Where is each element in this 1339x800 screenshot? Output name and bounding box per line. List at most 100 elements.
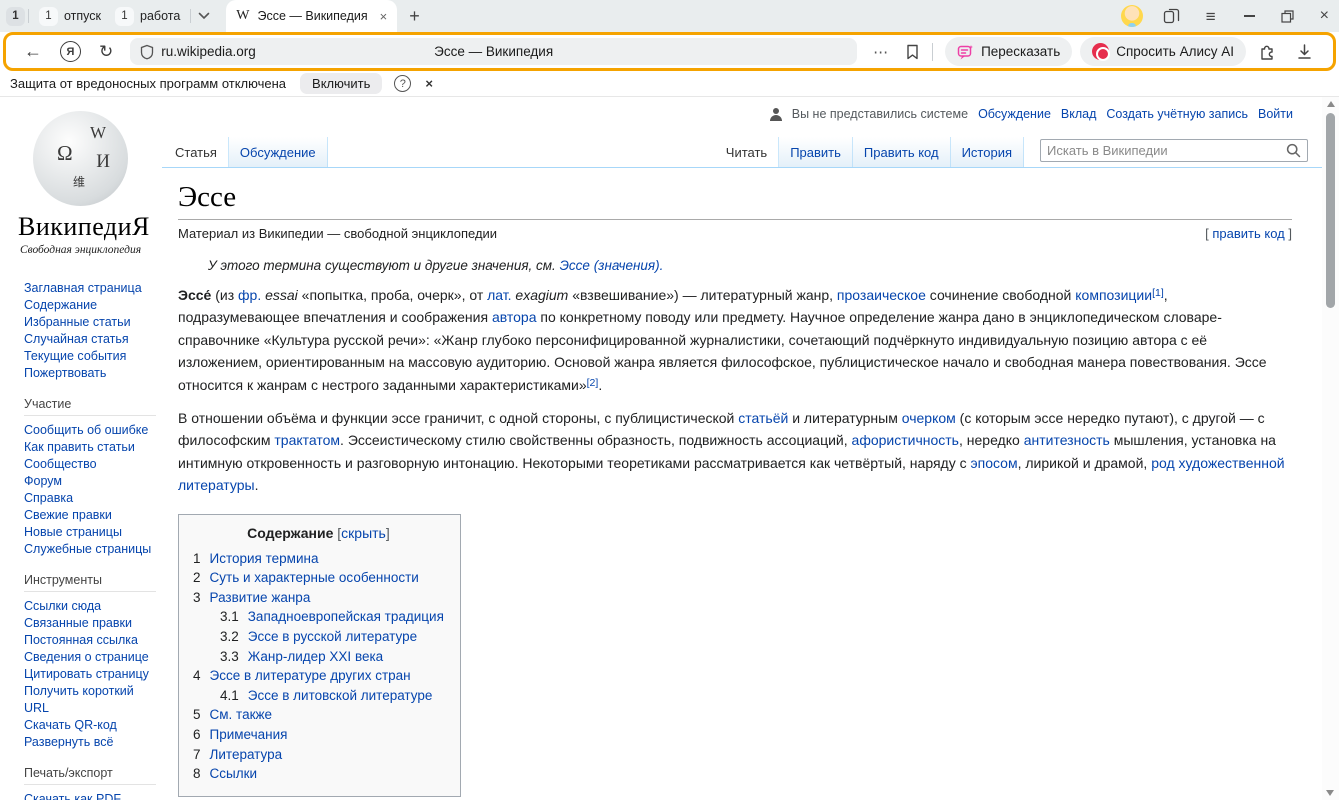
inline-link[interactable]: антитезность — [1024, 432, 1110, 448]
tab-group-chip[interactable]: 1 работа — [108, 4, 187, 28]
toc-link[interactable]: Примечания — [210, 725, 288, 745]
sidebar-link[interactable]: Скачать как PDF — [24, 791, 156, 800]
toc-item[interactable]: 3.3 Жанр-лидер XXI века — [193, 647, 444, 667]
toc-item[interactable]: 6 Примечания — [193, 725, 444, 745]
view-tab[interactable]: Править — [779, 137, 853, 167]
view-tab[interactable]: Читать — [715, 137, 779, 167]
more-icon[interactable]: ⋯ — [873, 43, 889, 61]
toc-item[interactable]: 4 Эссе в литературе других стран — [193, 666, 444, 686]
toc-item[interactable]: 5 См. также — [193, 705, 444, 725]
minimize-button[interactable] — [1244, 15, 1255, 17]
close-notification-icon[interactable]: × — [425, 76, 433, 91]
personal-link[interactable]: Создать учётную запись — [1106, 107, 1248, 121]
scroll-down-arrow[interactable] — [1326, 790, 1334, 796]
enable-protection-button[interactable]: Включить — [300, 73, 382, 94]
scrollbar-thumb[interactable] — [1326, 113, 1335, 308]
inline-link[interactable]: афористичность — [852, 432, 959, 448]
toc-link[interactable]: Западноевропейская традиция — [248, 607, 444, 627]
toc-item[interactable]: 3 Развитие жанра — [193, 588, 444, 608]
inline-link[interactable]: композиции — [1075, 287, 1152, 303]
downloads-icon[interactable] — [1297, 44, 1312, 60]
toc-item[interactable]: 8 Ссылки — [193, 764, 444, 784]
inline-link[interactable]: прозаическое — [837, 287, 926, 303]
inline-link[interactable]: [1] — [1152, 287, 1164, 299]
wiki-search-box[interactable] — [1040, 139, 1308, 162]
toc-item[interactable]: 3.2 Эссе в русской литературе — [193, 627, 444, 647]
sidebar-link[interactable]: Случайная статья — [24, 331, 156, 348]
toc-link[interactable]: См. также — [210, 705, 273, 725]
sidebar-link[interactable]: Связанные правки — [24, 615, 156, 632]
sidebar-link[interactable]: Получить короткий URL — [24, 683, 156, 717]
inline-link[interactable]: статьёй — [738, 410, 788, 426]
sidebar-link[interactable]: Текущие события — [24, 348, 156, 365]
refresh-icon[interactable]: ↻ — [99, 42, 113, 62]
toc-item[interactable]: 2 Суть и характерные особенности — [193, 568, 444, 588]
inline-link[interactable]: фр. — [238, 287, 261, 303]
toc-item[interactable]: 7 Литература — [193, 745, 444, 765]
inline-link[interactable]: Эссе (значения). — [560, 258, 664, 273]
collapsed-tab-group[interactable]: 1 — [6, 7, 25, 26]
toc-item[interactable]: 4.1 Эссе в литовской литературе — [193, 686, 444, 706]
wikipedia-logo[interactable]: Ω W И 维 ВикипедиЯ Свободная энциклопедия — [18, 111, 143, 256]
chevron-down-icon[interactable] — [198, 12, 210, 20]
inline-link[interactable]: трактатом — [274, 432, 340, 448]
toc-link[interactable]: Ссылки — [210, 764, 258, 784]
inline-link[interactable]: править код — [1212, 226, 1284, 241]
sidebar-link[interactable]: Сведения о странице — [24, 649, 156, 666]
sidebar-link[interactable]: Сообщить об ошибке — [24, 422, 156, 439]
personal-link[interactable]: Войти — [1258, 107, 1293, 121]
sidebar-link[interactable]: Избранные статьи — [24, 314, 156, 331]
sidebar-link[interactable]: Ссылки сюда — [24, 598, 156, 615]
inline-link[interactable]: скрыть — [341, 525, 386, 541]
inline-link[interactable]: [2] — [587, 377, 599, 389]
toc-link[interactable]: Суть и характерные особенности — [210, 568, 419, 588]
sidebar-link[interactable]: Содержание — [24, 297, 156, 314]
search-icon[interactable] — [1286, 143, 1301, 158]
inline-link[interactable]: эпосом — [970, 455, 1017, 471]
back-icon[interactable]: ← — [24, 41, 42, 62]
sidebar-link[interactable]: Служебные страницы — [24, 541, 156, 558]
maximize-button[interactable] — [1281, 10, 1294, 23]
yandex-icon[interactable]: Я — [60, 41, 81, 62]
sidebar-link[interactable]: Заглавная страница — [24, 280, 156, 297]
tab-group-chip[interactable]: 1 отпуск — [32, 4, 108, 28]
sidebar-link[interactable]: Свежие правки — [24, 507, 156, 524]
sidebar-link[interactable]: Сообщество — [24, 456, 156, 473]
wiki-search-input[interactable] — [1047, 143, 1286, 158]
close-window-button[interactable]: × — [1320, 8, 1329, 24]
sidebar-link[interactable]: Развернуть всё — [24, 734, 156, 751]
namespace-tab[interactable]: Обсуждение — [229, 137, 328, 167]
sidebar-link[interactable]: Пожертвовать — [24, 365, 156, 382]
alice-avatar-icon[interactable] — [1121, 5, 1143, 27]
menu-icon[interactable]: ≡ — [1206, 8, 1216, 25]
sidebar-link[interactable]: Форум — [24, 473, 156, 490]
toc-link[interactable]: История термина — [210, 549, 319, 569]
page-scrollbar[interactable] — [1322, 97, 1339, 800]
sidebar-link[interactable]: Справка — [24, 490, 156, 507]
view-tab[interactable]: История — [951, 137, 1024, 167]
new-tab-button[interactable]: + — [409, 7, 420, 25]
inline-link[interactable]: очерком — [902, 410, 956, 426]
namespace-tab[interactable]: Статья — [164, 137, 229, 167]
inline-link[interactable]: автора — [492, 309, 537, 325]
sidebar-link[interactable]: Новые страницы — [24, 524, 156, 541]
sidebar-link[interactable]: Скачать QR-код — [24, 717, 156, 734]
sidebar-link[interactable]: Постоянная ссылка — [24, 632, 156, 649]
view-tab[interactable]: Править код — [853, 137, 951, 167]
toc-link[interactable]: Эссе в литературе других стран — [210, 666, 411, 686]
toc-link[interactable]: Эссе в русской литературе — [248, 627, 417, 647]
extensions-icon[interactable] — [1258, 43, 1276, 61]
scroll-up-arrow[interactable] — [1327, 101, 1335, 107]
toc-link[interactable]: Литература — [210, 745, 283, 765]
bookmark-icon[interactable] — [906, 44, 919, 60]
shield-icon[interactable] — [140, 44, 154, 60]
collections-icon[interactable] — [1163, 8, 1180, 24]
close-tab-icon[interactable]: × — [380, 9, 388, 24]
active-browser-tab[interactable]: W Эссе — Википедия × — [226, 0, 397, 32]
help-icon[interactable]: ? — [394, 75, 411, 92]
retell-button[interactable]: Пересказать — [945, 37, 1072, 66]
toc-link[interactable]: Жанр-лидер XXI века — [248, 647, 383, 667]
sidebar-link[interactable]: Цитировать страницу — [24, 666, 156, 683]
toc-link[interactable]: Эссе в литовской литературе — [248, 686, 433, 706]
sidebar-link[interactable]: Как править статьи — [24, 439, 156, 456]
